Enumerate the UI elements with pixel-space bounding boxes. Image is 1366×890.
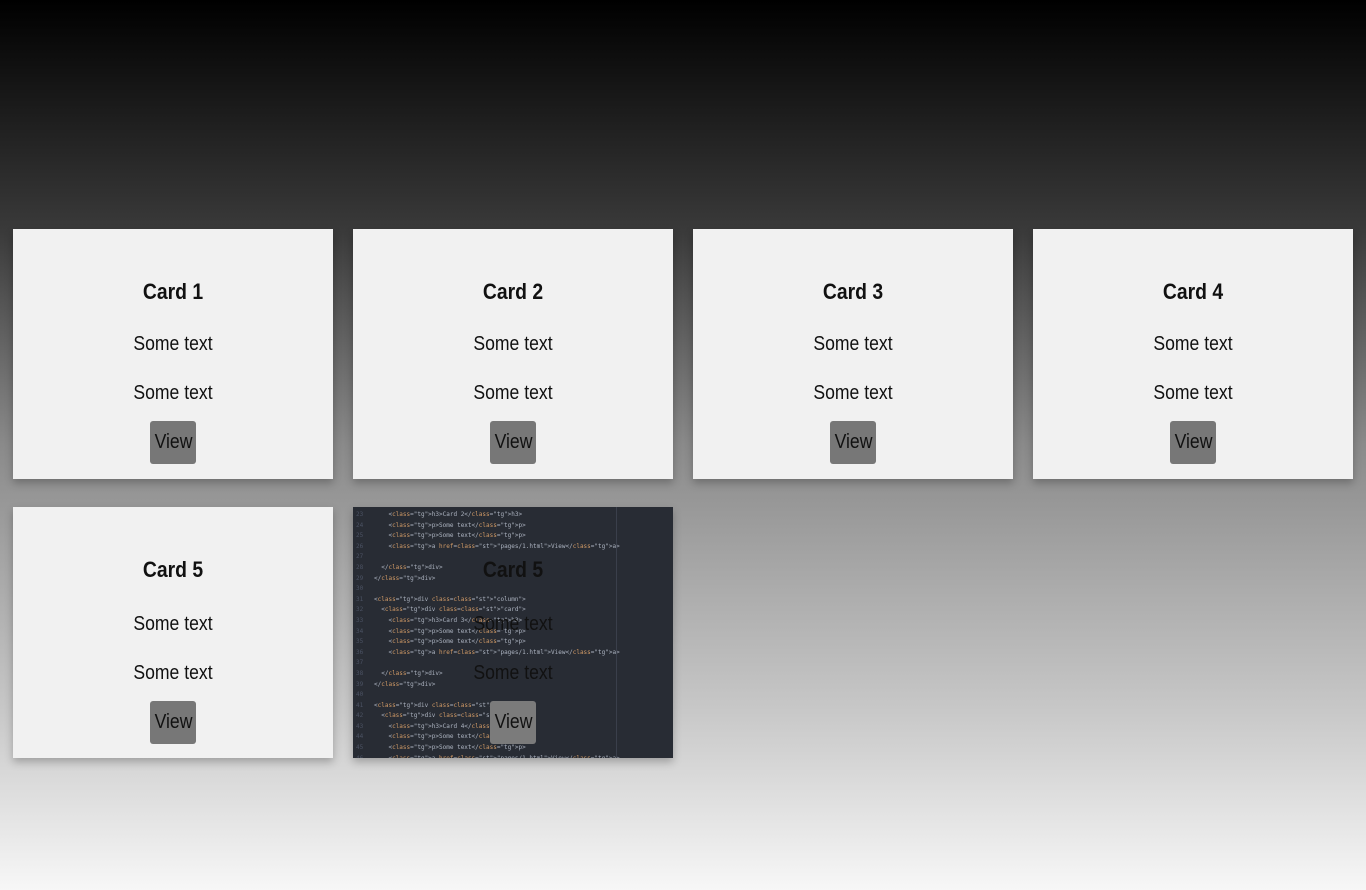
card-title: Card 3 [822,279,884,304]
card-text: Some text [473,662,553,684]
view-button-label: View [154,711,192,733]
code-line: 35 <class="tg">p>Some text</class="tg">p… [353,637,673,648]
card-text: Some text [133,662,213,684]
code-line: 23 <class="tg">h3>Card 2</class="tg">h3> [353,510,673,521]
code-text: <class="tg">h3>Card 2</class="tg">h3> [374,511,523,518]
code-text: <class="tg">a href=class="st">"pages/1.h… [374,648,620,656]
card-text: Some text [1153,333,1233,355]
card-3: Card 3 Some text Some text View [693,229,1013,479]
code-line: 31 <class="tg">div class=class="st">"colu… [353,595,673,606]
line-number: 35 [356,638,364,646]
card-text: Some text [133,613,213,635]
line-number: 27 [356,553,364,561]
card-1: Card 1 Some text Some text View [13,229,333,479]
code-text: <class="tg">p>Some text</class="tg">p> [374,532,526,540]
card-text: Some text [813,333,893,355]
line-number: 24 [356,521,364,529]
code-line: 45 <class="tg">p>Some text</class="tg">p… [353,743,673,754]
code-text: <class="tg">a href=class="st">"pages/1.h… [374,542,620,550]
view-button[interactable]: View [490,421,536,464]
view-button[interactable]: View [150,701,196,744]
card-4: Card 4 Some text Some text View [1033,229,1353,479]
view-button-label: View [154,431,192,453]
view-button-label: View [834,431,872,453]
line-number: 36 [356,648,364,656]
card-text: Some text [473,382,553,404]
view-button-label: View [494,711,532,733]
card-title: Card 1 [142,279,204,304]
view-button[interactable]: View [490,701,536,744]
view-button[interactable]: View [150,421,196,464]
card-text: Some text [473,333,553,355]
code-text: <class="tg">p>Some text</class="tg">p> [374,638,526,646]
card-text: Some text [133,333,213,355]
card-2: Card 2 Some text Some text View [353,229,673,479]
code-line: 24 <class="tg">p>Some text</class="tg">p… [353,521,673,532]
card-text: Some text [813,382,893,404]
line-number: 37 [356,659,364,667]
card-5-code-background: 23 <class="tg">h3>Card 2</class="tg">h3>… [353,507,673,758]
line-number: 33 [356,616,364,624]
card-title: Card 5 [482,557,544,582]
code-text: <class="tg">a href=class="st">"pages/1.h… [374,755,619,758]
card-title: Card 5 [142,557,204,582]
line-number: 38 [356,669,364,677]
line-number: 43 [356,722,364,730]
code-text: <class="tg">p>Some text</class="tg">p> [374,744,526,752]
card-title: Card 2 [482,279,544,304]
card-text: Some text [133,382,213,404]
line-number: 25 [356,532,364,540]
line-number: 28 [356,563,364,571]
line-number: 40 [356,691,364,699]
card-text: Some text [473,613,553,635]
line-number: 45 [356,744,364,752]
line-number: 32 [356,606,364,614]
code-text: <class="tg">div class=class="st">"column… [374,595,526,603]
line-number: 46 [353,754,374,758]
view-button-label: View [494,431,532,453]
code-line: 40 [353,690,673,701]
view-button-label: View [1174,431,1212,453]
line-number: 26 [356,542,364,550]
code-text: <class="tg">p>Some text</class="tg">p> [374,521,526,529]
view-button[interactable]: View [1170,421,1216,464]
card-text: Some text [1153,382,1233,404]
line-number: 41 [356,701,364,709]
code-line: 26 <class="tg">a href=class="st">"pages/… [353,542,673,553]
card-title: Card 4 [1162,279,1224,304]
line-number: 30 [356,585,364,593]
view-button[interactable]: View [830,421,876,464]
line-number: 44 [356,733,364,741]
card-5: Card 5 Some text Some text View [13,507,333,758]
line-number: 23 [356,511,364,518]
line-number: 42 [356,712,364,720]
line-number: 34 [356,627,364,635]
line-number: 29 [356,574,364,582]
line-number: 39 [356,680,364,688]
code-line: 25 <class="tg">p>Some text</class="tg">p… [353,531,673,542]
code-line: 46 <class="tg">a href=class="st">"pages/… [353,754,673,758]
code-line: 36 <class="tg">a href=class="st">"pages/… [353,648,673,659]
code-line: 30 [353,584,673,595]
line-number: 31 [356,595,364,603]
